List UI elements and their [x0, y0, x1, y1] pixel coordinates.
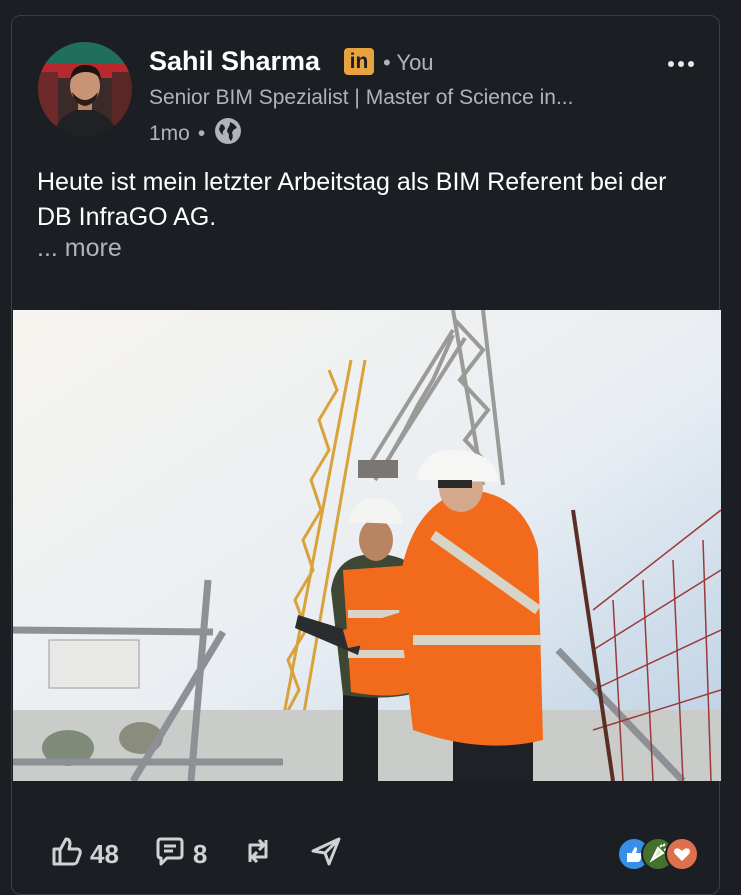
send-icon — [309, 834, 343, 875]
more-horizontal-icon[interactable] — [665, 52, 697, 76]
globe-icon — [213, 116, 243, 152]
thumbs-up-icon — [50, 834, 84, 875]
reactions-summary[interactable] — [617, 837, 699, 871]
love-reaction-icon — [665, 837, 699, 871]
see-more-link[interactable]: ... more — [37, 234, 122, 263]
author-avatar[interactable] — [38, 42, 132, 136]
author-headline: Senior BIM Spezialist | Master of Scienc… — [149, 86, 574, 109]
relation-label: • You — [383, 50, 434, 75]
linkedin-badge-icon: in — [344, 48, 374, 75]
repost-button[interactable] — [241, 834, 275, 875]
meta-separator: • — [197, 122, 206, 145]
like-button[interactable]: 48 — [50, 834, 119, 875]
send-button[interactable] — [309, 834, 343, 875]
post-meta: 1mo • — [149, 116, 243, 152]
author-name[interactable]: Sahil Sharma — [149, 46, 320, 77]
post-image[interactable] — [13, 310, 721, 781]
comment-button[interactable]: 8 — [153, 834, 207, 875]
like-count: 48 — [90, 838, 119, 869]
action-bar: 48 8 — [50, 834, 377, 874]
post-age: 1mo — [149, 122, 190, 145]
comment-count: 8 — [192, 838, 208, 869]
comment-icon — [153, 834, 187, 875]
post-text: Heute ist mein letzter Arbeitstag als BI… — [37, 168, 667, 231]
repost-icon — [241, 834, 275, 875]
